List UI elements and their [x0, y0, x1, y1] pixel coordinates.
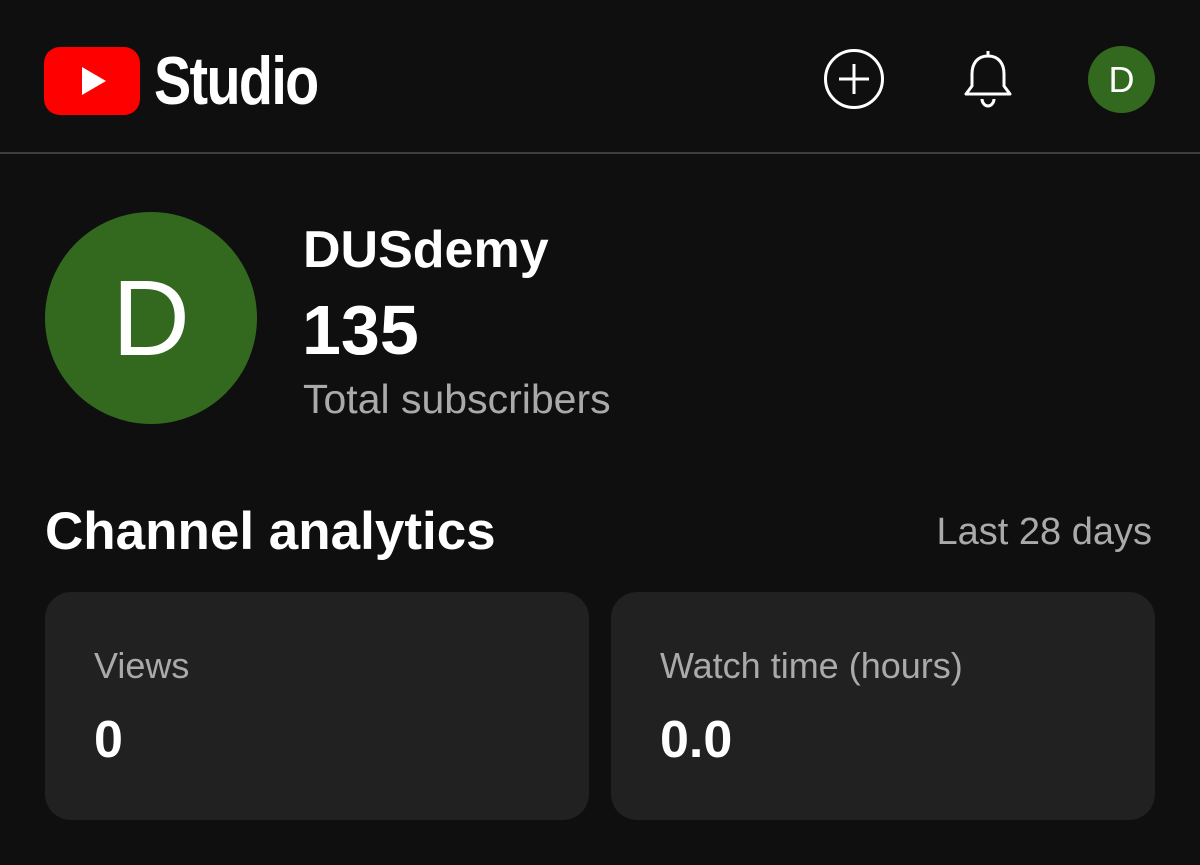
logo-text: Studio [154, 43, 319, 119]
channel-avatar: D [45, 212, 257, 424]
bell-icon [964, 51, 1012, 108]
notifications-button[interactable] [955, 46, 1021, 112]
studio-app: Studio D D DUSdemy 135 Total subscribers… [0, 0, 1200, 865]
youtube-play-logo-icon [44, 47, 140, 115]
plus-circle-icon [824, 49, 884, 109]
youtube-studio-logo[interactable]: Studio [44, 43, 354, 119]
analytics-period: Last 28 days [936, 511, 1152, 553]
channel-analytics-title: Channel analytics [45, 502, 496, 561]
views-value: 0 [94, 711, 123, 769]
create-button[interactable] [821, 46, 887, 112]
account-avatar[interactable]: D [1088, 46, 1155, 113]
subscriber-label: Total subscribers [303, 376, 611, 422]
subscriber-count: 135 [302, 291, 419, 369]
top-app-bar: Studio D [0, 0, 1200, 154]
channel-name: DUSdemy [303, 221, 549, 279]
views-label: Views [94, 645, 190, 686]
watch-time-card[interactable]: Watch time (hours) 0.0 [611, 592, 1155, 820]
watch-time-label: Watch time (hours) [660, 645, 963, 686]
watch-time-value: 0.0 [660, 711, 733, 769]
views-card[interactable]: Views 0 [45, 592, 589, 820]
